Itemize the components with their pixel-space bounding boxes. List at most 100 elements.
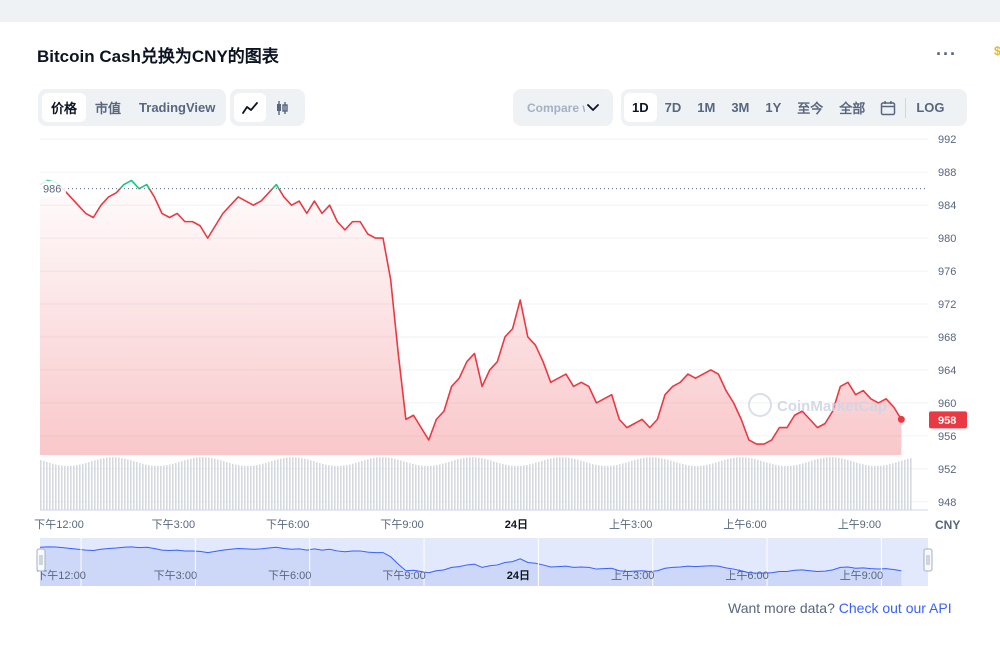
volume-bar [268,461,270,510]
volume-bar [730,458,732,510]
volume-bar [325,464,327,510]
volume-bar [454,460,456,510]
x-tick-label: 上午6:00 [723,518,766,531]
volume-bar [538,461,540,510]
volume-bar [895,462,897,510]
volume-bar [235,464,237,510]
volume-bar [838,457,840,510]
volume-bar [355,462,357,510]
volume-bar [226,462,228,510]
volume-bar [688,465,690,510]
volume-bar [370,458,372,510]
navigator-handle-left[interactable] [36,548,46,572]
volume-bar [304,458,306,510]
volume-bar [274,460,276,510]
watermark-text: CoinMarketCap [777,398,887,415]
volume-bar [106,457,108,510]
price-area-fill [40,188,902,455]
volume-bar [475,457,477,510]
volume-bar [739,457,741,510]
volume-bar [310,460,312,510]
volume-bar [820,458,822,510]
volume-bar [346,465,348,510]
volume-bar [361,460,363,510]
volume-bar [580,460,582,510]
volume-bar [496,462,498,510]
volume-bar [187,459,189,510]
volume-bar [259,464,261,510]
volume-bar [655,457,657,510]
volume-bar [319,463,321,510]
volume-bar [520,465,522,510]
volume-bar [124,458,126,510]
volume-bar [55,464,57,510]
volume-bar [754,459,756,510]
x-tick-label: 上午3:00 [609,518,652,531]
volume-bar [457,459,459,510]
volume-bar [778,465,780,510]
volume-bar [472,457,474,510]
volume-bar [265,462,267,510]
volume-bar [388,457,390,510]
current-price-label: 958 [938,415,956,427]
volume-bar [904,459,906,510]
y-tick-label: 972 [938,299,956,311]
volume-bar [154,465,156,510]
volume-bar [511,465,513,510]
price-chart[interactable]: 992 988 984 980 976 972 968 964 960 956 952 948 下午12… [0,0,1000,600]
volume-bar [163,465,165,510]
volume-bar [781,465,783,510]
volume-bar [763,461,765,510]
volume-bar [307,459,309,510]
volume-bar [112,457,114,510]
volume-bar [43,461,45,510]
volume-bar [373,457,375,510]
volume-bar [643,457,645,510]
api-prefix: Want more data? [728,600,835,616]
volume-bar [115,457,117,510]
volume-bar [382,457,384,510]
volume-bar [76,465,78,510]
volume-bar [334,465,336,510]
navigator-handle-right[interactable] [923,548,933,572]
volume-bar [658,457,660,510]
volume-bar [94,460,96,510]
volume-bar [331,465,333,510]
volume-bar [706,464,708,510]
api-link[interactable]: Check out our API [839,600,952,616]
volume-bar [550,458,552,510]
volume-bar [682,464,684,510]
volume-bar [247,465,249,510]
volume-bar [841,458,843,510]
volume-bar [40,460,42,510]
volume-bar [166,465,168,510]
volume-bar [871,465,873,510]
volume-bar [718,461,720,510]
watermark-logo-icon [748,393,772,417]
volume-bar [811,460,813,510]
volume-bar [430,465,432,510]
volume-bar [640,458,642,510]
volume-bar [613,465,615,510]
volume-bar [697,465,699,510]
y-tick-label: 948 [938,497,956,509]
volume-bar [514,465,516,510]
y-tick-label: 984 [938,200,956,212]
volume-bar [343,465,345,510]
volume-bar [766,462,768,510]
volume-bar [439,464,441,510]
volume-bar [397,459,399,510]
volume-bar [523,465,525,510]
volume-bar [175,462,177,510]
y-tick-label: 960 [938,398,956,410]
navigator-label: 下午3:00 [154,569,197,582]
volume-bar [385,457,387,510]
volume-bar [316,462,318,510]
x-tick-label: 24日 [505,518,528,531]
y-tick-label: 964 [938,365,956,377]
volume-bar [358,461,360,510]
volume-bar [625,462,627,510]
volume-bar [58,465,60,510]
volume-bar [418,465,420,510]
volume-bar [262,463,264,510]
